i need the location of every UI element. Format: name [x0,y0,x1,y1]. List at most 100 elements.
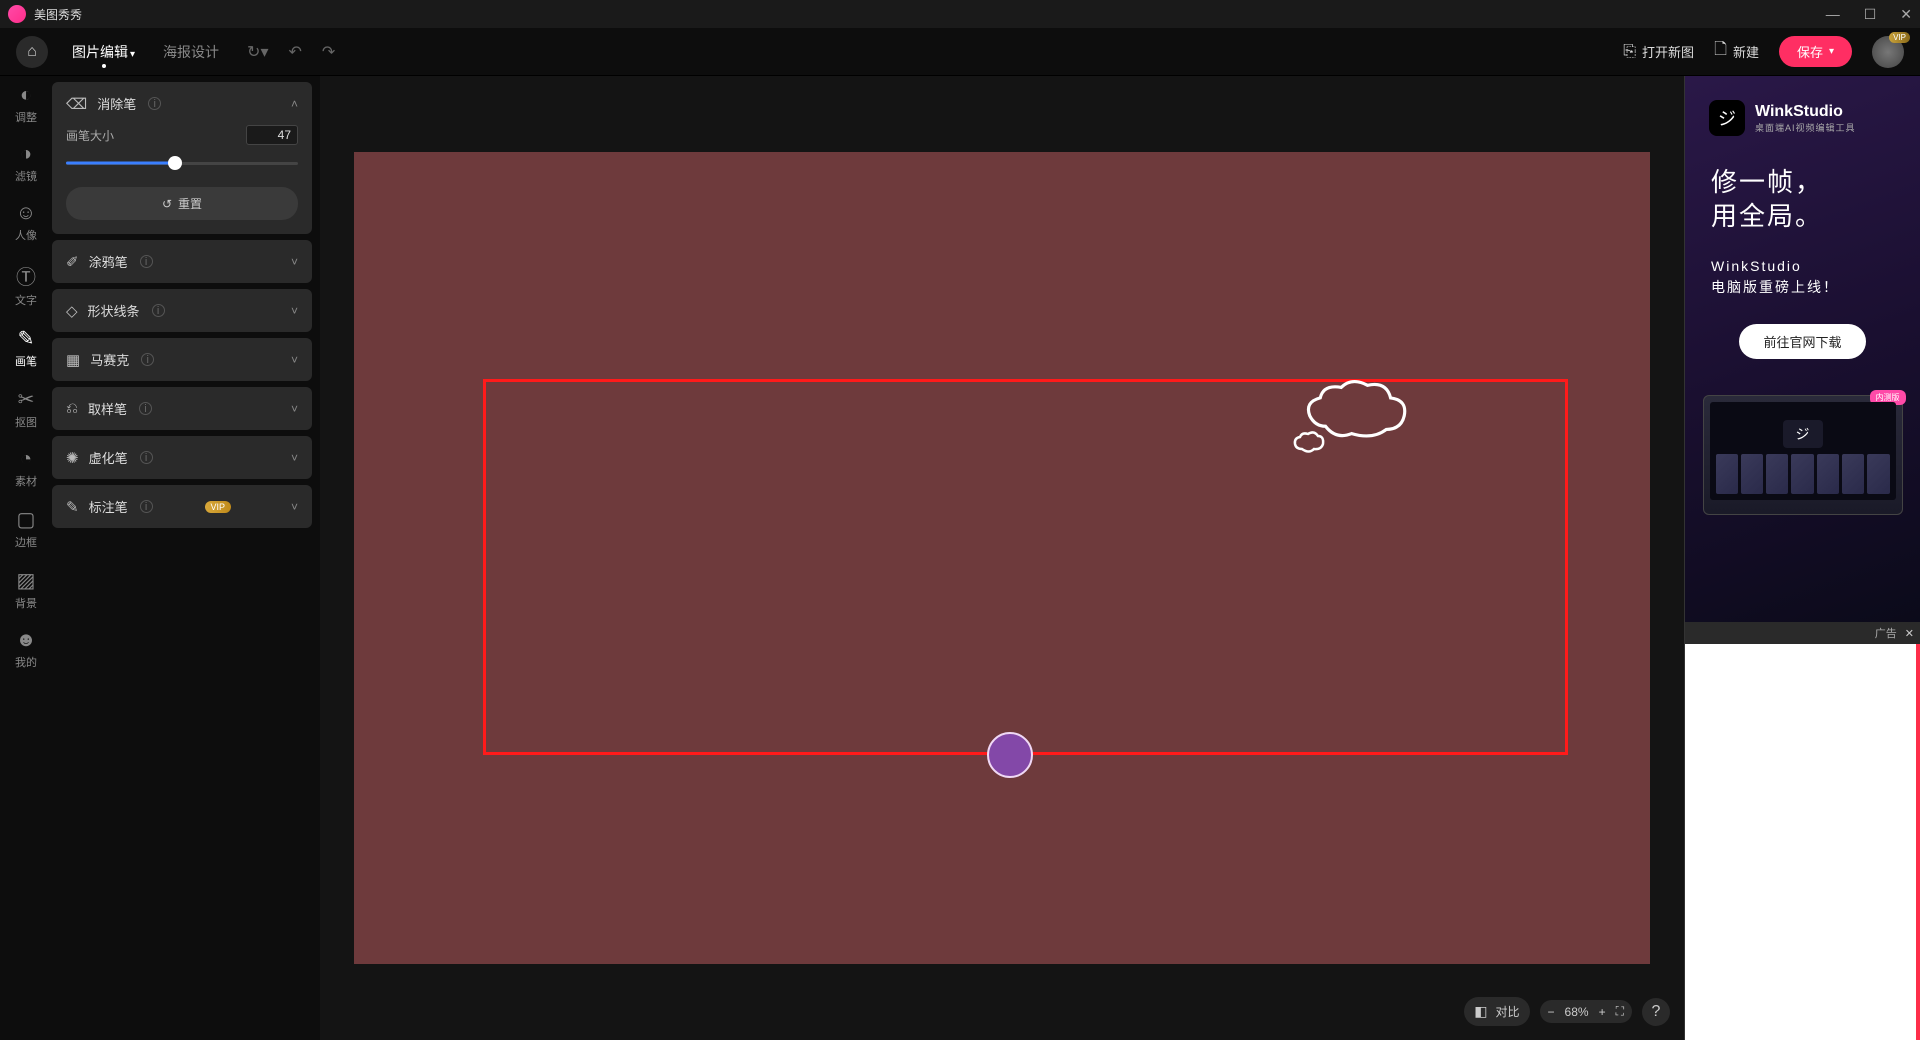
rail-frame[interactable]: ▢ 边框 [15,507,37,550]
brush-size-label: 画笔大小 [66,127,114,144]
info-icon[interactable]: i [140,500,153,513]
tool-annotate-title: 标注笔 [89,497,128,516]
ad-headline-2: 用全局。 [1711,200,1904,234]
right-blank-area [1685,644,1920,1040]
tab-photo-edit-label: 图片编辑 [72,44,128,60]
info-icon[interactable]: i [140,255,153,268]
winkstudio-logo-icon: ジ [1709,100,1745,136]
history-dropdown-icon[interactable]: ↻▾ [247,42,268,62]
compare-label: 对比 [1496,1003,1520,1020]
text-icon: Ⓣ [16,261,36,290]
info-icon[interactable]: i [148,97,161,110]
undo-icon[interactable]: ↶ [288,42,301,62]
brush-size-input[interactable] [246,125,298,145]
home-button[interactable]: ⌂ [16,36,48,68]
blur-icon: ✺ [66,449,79,467]
ad-cta-button[interactable]: 前往官网下载 [1739,324,1865,359]
rail-text[interactable]: Ⓣ文字 [15,261,37,308]
chevron-down-icon: ˅ [291,500,298,514]
user-avatar[interactable]: VIP [1872,36,1904,68]
save-button-label: 保存 [1797,42,1823,61]
tool-blur[interactable]: ✺ 虚化笔 i ˅ [52,436,312,479]
rail-frame-label: 边框 [15,534,37,550]
info-icon[interactable]: i [139,402,152,415]
help-button[interactable]: ? [1642,998,1670,1026]
chevron-down-icon: ▾ [130,49,135,60]
rail-adjust[interactable]: ◐调整 [15,84,37,125]
brush-icon: ✎ [18,326,35,351]
redo-icon[interactable]: ↷ [322,42,335,62]
tool-doodle[interactable]: ✐涂鸦笔i˅ [52,240,312,283]
tool-blur-title: 虚化笔 [89,448,128,467]
canvas-area: ◧ 对比 − 68% + ⛶ ? [320,76,1684,1040]
zoom-controls: − 68% + ⛶ [1540,1000,1632,1023]
brush-size-slider[interactable] [66,153,298,173]
filter-icon: ◑ [20,143,32,166]
tool-mosaic-title: 马赛克 [90,350,129,369]
chevron-down-icon: ˅ [291,451,298,465]
tool-sample-title: 取样笔 [88,399,127,418]
tab-photo-edit[interactable]: 图片编辑▾ [72,42,135,62]
ad-headline-1: 修一帧， [1711,166,1904,200]
rail-mine[interactable]: ☻我的 [15,629,37,670]
rail-cutout-label: 抠图 [15,414,37,430]
tool-eraser: ⌫ 消除笔 i ˄ 画笔大小 ↺ 重置 [52,82,312,234]
stamp-icon: ⎌ [66,400,78,417]
rail-brush[interactable]: ✎ 画笔 [15,326,37,369]
rail-material[interactable]: ◔ 素材 [15,448,37,489]
open-new-image-button[interactable]: ⎘ 打开新图 [1623,42,1694,61]
cloud-annotation[interactable] [1284,374,1414,479]
tool-eraser-header[interactable]: ⌫ 消除笔 i ˄ [52,82,312,125]
save-button[interactable]: 保存 ▾ [1779,36,1852,67]
rail-cutout[interactable]: ✂ 抠图 [15,387,37,430]
material-icon: ◔ [20,448,32,471]
rail-background-label: 背景 [15,595,37,611]
info-icon[interactable]: i [141,353,154,366]
chevron-down-icon: ˅ [291,353,298,367]
rail-brush-label: 画笔 [15,353,37,369]
shape-icon: ◇ [66,302,78,320]
user-icon: ☻ [15,629,36,652]
rail-material-label: 素材 [15,473,37,489]
background-icon: ▨ [17,568,36,593]
ad-brand-name: WinkStudio [1755,103,1856,121]
zoom-in-button[interactable]: + [1599,1005,1606,1019]
info-icon[interactable]: i [152,304,165,317]
ad-close-button[interactable]: ✕ [1905,627,1914,640]
rail-background[interactable]: ▨ 背景 [15,568,37,611]
canvas[interactable] [354,152,1650,964]
tab-poster-design[interactable]: 海报设计 [163,42,219,62]
rail-filter[interactable]: ◑ 滤镜 [15,143,37,184]
tab-poster-label: 海报设计 [163,44,219,60]
zoom-out-button[interactable]: − [1548,1005,1555,1019]
slider-thumb[interactable] [168,156,182,170]
open-new-image-label: 打开新图 [1642,42,1694,61]
rail-filter-label: 滤镜 [15,168,37,184]
tool-doodle-title: 涂鸦笔 [89,252,128,271]
info-icon[interactable]: i [140,451,153,464]
tool-annotate[interactable]: ✎标注笔iVIP˅ [52,485,312,528]
tool-shape[interactable]: ◇形状线条i˅ [52,289,312,332]
tool-sample[interactable]: ⎌取样笔i˅ [52,387,312,430]
ad-screen-face-icon: ジ [1783,420,1823,448]
ad-banner[interactable]: ジ WinkStudio 桌面端AI视频编辑工具 修一帧， 用全局。 WinkS… [1685,76,1920,644]
brush-tool-panel: ⌫ 消除笔 i ˄ 画笔大小 ↺ 重置 [52,76,320,1040]
tool-shape-title: 形状线条 [88,301,140,320]
new-button[interactable]: 🗋 新建 [1714,38,1759,65]
compare-button[interactable]: ◧ 对比 [1464,997,1529,1026]
ad-device-mockup: 内测版 ジ [1703,395,1903,515]
cutout-icon: ✂ [18,387,35,412]
window-minimize[interactable]: — [1826,6,1840,23]
chevron-down-icon: ˅ [291,255,298,269]
window-maximize[interactable]: ☐ [1864,6,1877,23]
tool-mosaic[interactable]: ▦马赛克i˅ [52,338,312,381]
adjust-icon: ◐ [20,84,32,107]
left-tool-rail: ◐调整 ◑ 滤镜 ☺人像 Ⓣ文字 ✎ 画笔 ✂ 抠图 ◔ 素材 ▢ 边框 ▨ 背景 ☻我的 [0,76,52,1040]
rail-portrait[interactable]: ☺人像 [15,202,37,243]
window-close[interactable]: ✕ [1900,6,1912,23]
circle-annotation[interactable] [987,732,1033,778]
fit-screen-button[interactable]: ⛶ [1616,1004,1624,1019]
new-file-icon: 🗋 [1714,38,1727,65]
frame-icon: ▢ [17,507,36,532]
reset-button[interactable]: ↺ 重置 [66,187,298,220]
